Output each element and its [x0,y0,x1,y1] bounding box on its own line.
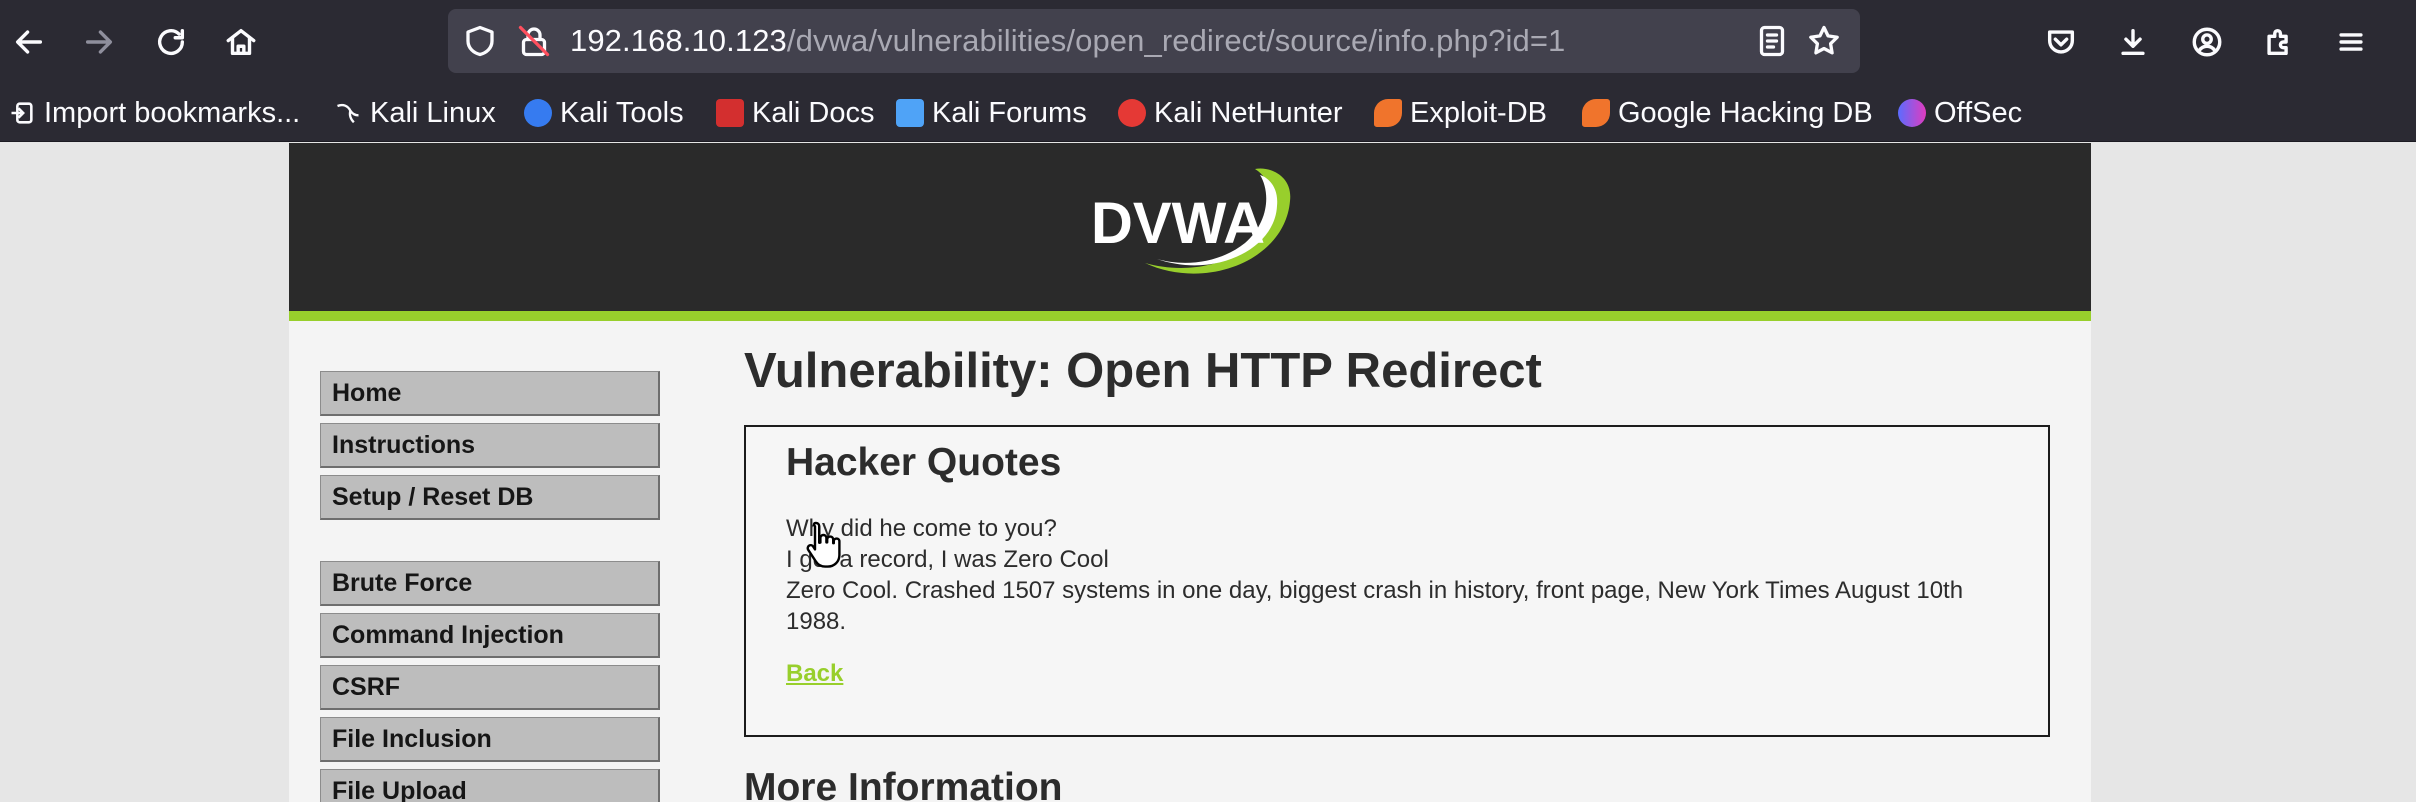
back-link[interactable]: Back [786,660,843,688]
browser-toolbar: 192.168.10.123/dvwa/vulnerabilities/open… [0,0,2416,84]
url-path: /dvwa/vulnerabilities/open_redirect/sour… [786,23,1566,58]
bookmark-import[interactable]: Import bookmarks... [8,84,300,142]
nethunter-icon [1118,99,1146,127]
dvwa-logo: DVWA [1091,168,1291,274]
bookmark-label: OffSec [1934,96,2023,129]
bookmark-label: Kali NetHunter [1154,96,1343,129]
bookmark-google-hacking-db[interactable]: Google Hacking DB [1582,84,1873,142]
extensions-button[interactable] [2254,17,2304,67]
url-text[interactable]: 192.168.10.123/dvwa/vulnerabilities/open… [570,9,1565,73]
url-host: 192.168.10.123 [570,23,787,58]
bookmark-kali-docs[interactable]: Kali Docs [716,84,875,142]
home-icon [226,28,256,56]
menu-button[interactable] [2326,17,2376,67]
downloads-button[interactable] [2108,17,2158,67]
bookmark-label: Kali Linux [370,96,496,129]
bookmark-kali-tools[interactable]: Kali Tools [524,84,684,142]
menu-item-file-inclusion[interactable]: File Inclusion [320,717,660,762]
account-button[interactable] [2182,17,2232,67]
bookmark-kali-nethunter[interactable]: Kali NetHunter [1118,84,1343,142]
arrow-left-icon [15,30,43,54]
more-information-heading: More Information [744,766,1063,802]
address-bar[interactable]: 192.168.10.123/dvwa/vulnerabilities/open… [448,9,1860,73]
quote-line: Why did he come to you? [786,515,1057,542]
exploit-db-icon [1374,99,1402,127]
reload-button[interactable] [146,17,196,67]
home-button[interactable] [216,17,266,67]
svg-text:DVWA: DVWA [1091,191,1265,256]
bookmarks-toolbar: Import bookmarks... Kali Linux Kali Tool… [0,84,2416,142]
bookmark-label: Exploit-DB [1410,96,1547,129]
import-icon [11,102,33,124]
bookmark-star-icon[interactable] [1806,23,1842,59]
reload-icon [157,28,185,55]
back-button[interactable] [4,17,54,67]
bookmark-offsec[interactable]: OffSec [1898,84,2022,142]
quote-line: Zero Cool. Crashed 1507 systems in one d… [786,577,1964,635]
bookmark-kali-forums[interactable]: Kali Forums [896,84,1087,142]
download-icon [2121,28,2145,56]
forward-button[interactable] [74,17,124,67]
hacker-quotes-box: Hacker Quotes Why did he come to you? I … [744,425,2050,737]
bookmark-label: Kali Tools [560,96,684,129]
pocket-icon [2047,30,2075,54]
menu-item-brute-force[interactable]: Brute Force [320,561,660,606]
box-title: Hacker Quotes [786,441,1062,484]
quote-line: I got a record, I was Zero Cool [786,546,1109,573]
offsec-icon [1898,99,1926,127]
account-icon [2192,27,2222,57]
hand-cursor-icon [806,521,841,568]
bookmark-label: Kali Forums [932,96,1087,129]
kali-dragon-icon [337,103,359,124]
bookmark-label: Import bookmarks... [44,96,301,129]
bookmark-label: Kali Docs [752,96,875,129]
kali-tools-icon [524,99,552,127]
bookmark-kali-linux[interactable]: Kali Linux [334,84,496,142]
ghdb-icon [1582,99,1610,127]
reader-view-icon[interactable] [1754,23,1790,59]
pocket-button[interactable] [2036,17,2086,67]
menu-item-command-injection[interactable]: Command Injection [320,613,660,658]
menu-item-file-upload[interactable]: File Upload [320,769,660,802]
menu-item-instructions[interactable]: Instructions [320,423,660,468]
dvwa-container: DVWA Home Instructions Setup / Reset DB … [289,143,2091,802]
kali-forums-icon [896,99,924,127]
page-title: Vulnerability: Open HTTP Redirect [744,344,1542,398]
menu-item-home[interactable]: Home [320,371,660,416]
menu-item-setup-reset-db[interactable]: Setup / Reset DB [320,475,660,520]
hamburger-icon [2339,33,2363,51]
bookmark-exploit-db[interactable]: Exploit-DB [1374,84,1547,142]
dvwa-header: DVWA [289,143,2091,311]
header-accent-stripe [289,311,2091,321]
bookmark-label: Google Hacking DB [1618,96,1873,129]
puzzle-icon [2267,29,2288,56]
arrow-right-icon [85,30,113,54]
shield-icon[interactable] [462,23,498,59]
insecure-lock-icon[interactable] [516,23,552,59]
menu-item-csrf[interactable]: CSRF [320,665,660,710]
kali-docs-icon [716,99,744,127]
